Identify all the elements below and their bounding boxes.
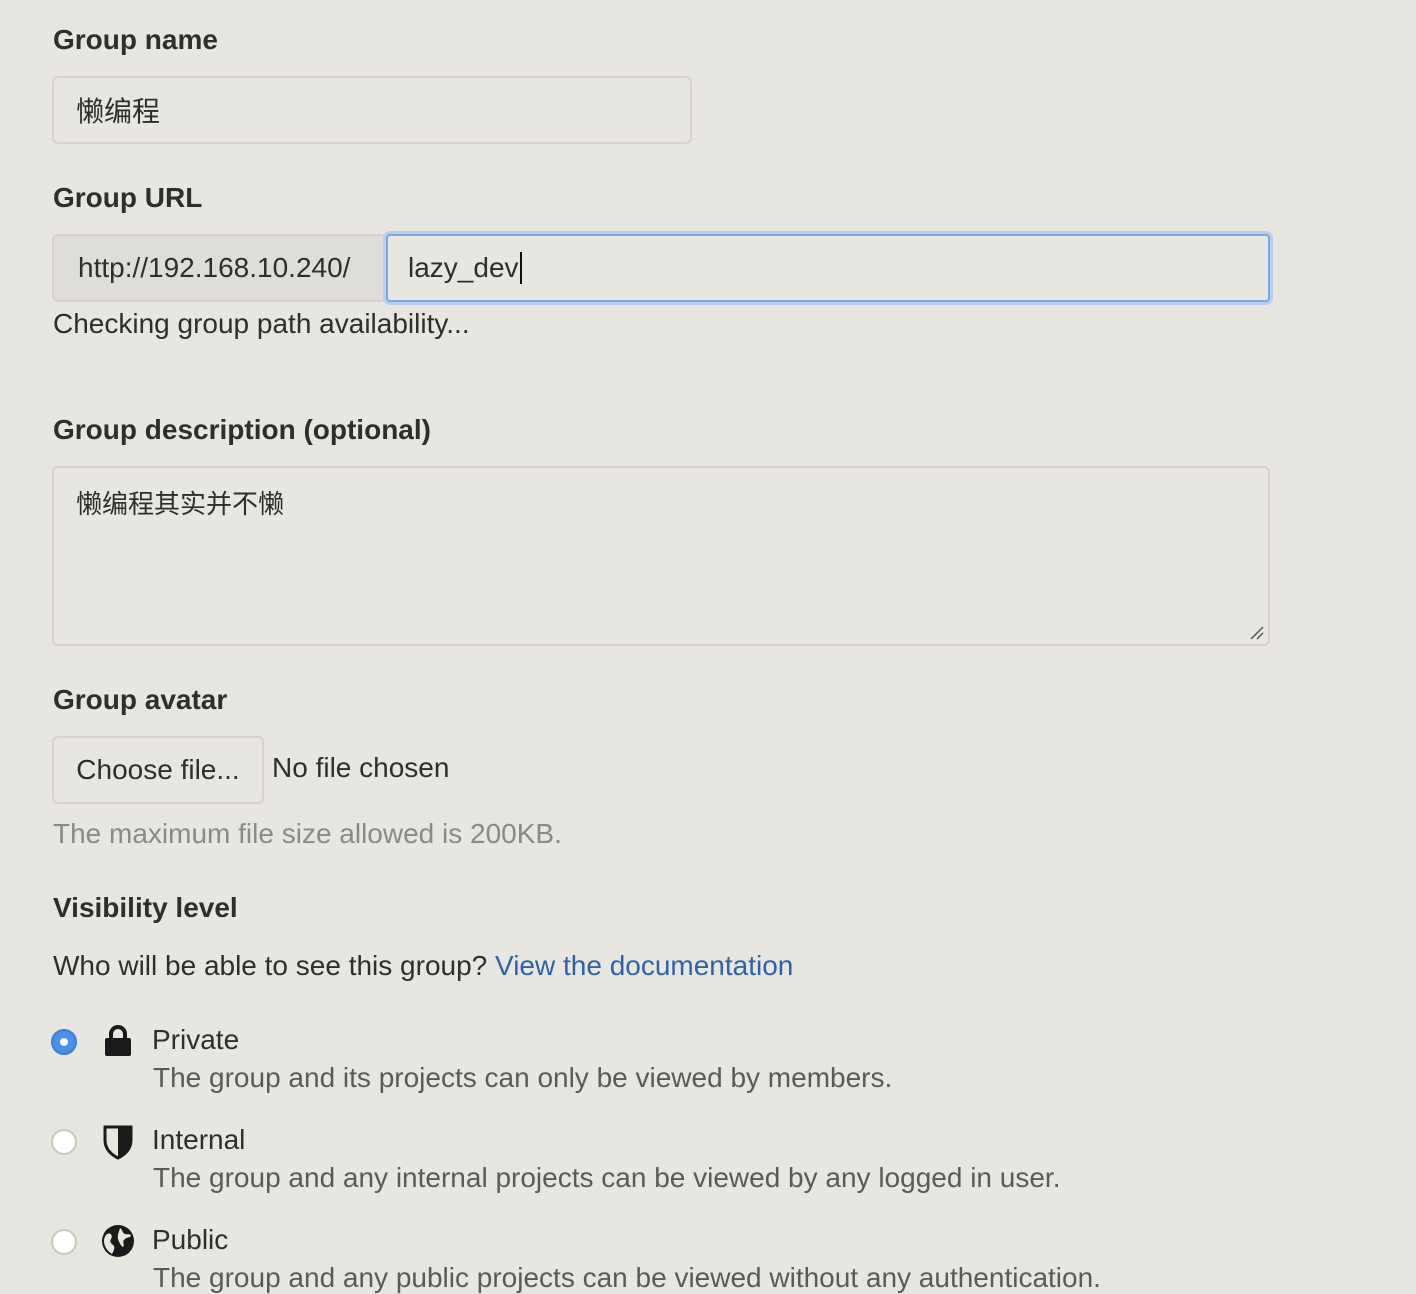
visibility-question: Who will be able to see this group? (53, 950, 488, 981)
avatar-help-text: The maximum file size allowed is 200KB. (53, 818, 562, 849)
group-url-label: Group URL (53, 182, 203, 213)
option-public-title: Public (152, 1224, 229, 1255)
option-internal-desc: The group and any internal projects can … (153, 1162, 1061, 1193)
group-name-label: Group name (53, 24, 218, 55)
radio-public[interactable] (51, 1229, 77, 1255)
group-name-input[interactable]: 懒编程 (52, 76, 692, 144)
text-caret (519, 252, 522, 284)
option-private-desc: The group and its projects can only be v… (153, 1062, 893, 1093)
option-public-desc: The group and any public projects can be… (153, 1262, 1101, 1293)
group-url-prefix: http://192.168.10.240/ (52, 234, 388, 302)
group-avatar-label: Group avatar (53, 684, 228, 715)
radio-private[interactable] (51, 1029, 77, 1055)
visibility-label: Visibility level (53, 892, 238, 923)
group-description-textarea[interactable]: 懒编程其实并不懒 (52, 466, 1270, 646)
group-path-input[interactable]: lazy_dev (386, 234, 1270, 302)
group-description-label: Group description (optional) (53, 414, 431, 445)
visibility-question-line: Who will be able to see this group? View… (53, 950, 793, 982)
group-path-value: lazy_dev (408, 252, 519, 283)
option-internal-title: Internal (152, 1124, 246, 1155)
choose-file-label: Choose file... (76, 754, 240, 785)
documentation-link[interactable]: View the documentation (495, 950, 793, 981)
group-path-status: Checking group path availability... (53, 308, 470, 339)
choose-file-button[interactable]: Choose file... (52, 736, 264, 804)
radio-internal[interactable] (51, 1129, 77, 1155)
group-description-value: 懒编程其实并不懒 (76, 489, 285, 519)
resize-handle-icon[interactable] (1248, 624, 1264, 640)
globe-icon (102, 1225, 134, 1257)
group-url-prefix-text: http://192.168.10.240/ (78, 252, 351, 283)
option-private-title: Private (152, 1024, 240, 1055)
file-status: No file chosen (272, 752, 450, 783)
shield-icon (103, 1125, 133, 1160)
group-name-value: 懒编程 (76, 96, 161, 127)
lock-icon (105, 1025, 131, 1056)
